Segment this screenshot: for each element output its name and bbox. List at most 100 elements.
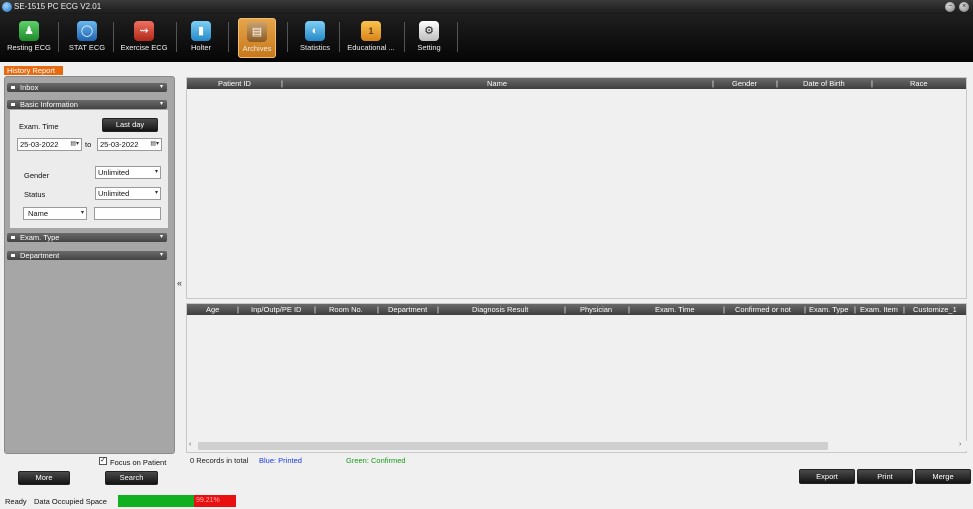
scroll-right-icon[interactable]: › xyxy=(959,441,961,448)
person-icon: ♟ xyxy=(19,21,39,41)
column-header[interactable]: Department xyxy=(388,304,427,315)
legend-printed: Blue: Printed xyxy=(259,456,302,465)
occupied-space-bar xyxy=(118,495,194,507)
archive-icon: ▤ xyxy=(247,22,267,42)
column-header[interactable]: Physician xyxy=(580,304,612,315)
toolbar-label: Educational ... xyxy=(347,43,395,52)
statistics-icon: ◐ xyxy=(305,21,325,41)
column-header[interactable]: Exam. Item xyxy=(860,304,898,315)
focus-on-patient-label: Focus on Patient xyxy=(110,458,167,467)
section-label: Department xyxy=(20,251,60,260)
print-button[interactable]: Print xyxy=(857,469,913,484)
bullet-icon xyxy=(11,86,15,89)
history-report-tab[interactable]: History Report xyxy=(4,66,63,75)
toolbar-exercise-ecg[interactable]: ⇝ Exercise ECG xyxy=(117,18,171,58)
toolbar-educational[interactable]: 1 Educational ... xyxy=(344,18,398,58)
column-header[interactable]: Confirmed or not xyxy=(735,304,791,315)
toolbar-divider xyxy=(339,22,340,52)
main-toolbar: ♟ Resting ECG ◯ STAT ECG ⇝ Exercise ECG … xyxy=(0,14,973,62)
chevron-down-icon: ▾ xyxy=(159,234,163,240)
column-divider: | xyxy=(903,305,905,314)
column-divider: | xyxy=(314,305,316,314)
section-basic-information[interactable]: Basic Information ▾ xyxy=(7,100,167,109)
toolbar-resting-ecg[interactable]: ♟ Resting ECG xyxy=(4,18,54,58)
app-logo-icon xyxy=(2,2,12,12)
minimize-icon[interactable]: − xyxy=(945,2,955,12)
column-header[interactable]: Race xyxy=(910,78,928,89)
toolbar-statistics[interactable]: ◐ Statistics xyxy=(296,18,334,58)
column-header[interactable]: Room No. xyxy=(329,304,363,315)
column-header[interactable]: Gender xyxy=(732,78,757,89)
column-header[interactable]: Exam. Type xyxy=(809,304,848,315)
date-from-value: 25-03-2022 xyxy=(20,140,59,149)
to-label: to xyxy=(85,140,92,149)
gender-select[interactable]: Unlimited ▾ xyxy=(95,166,161,179)
column-divider: | xyxy=(871,79,873,88)
patient-table: Patient ID | Name | Gender | Date of Bir… xyxy=(186,77,967,299)
column-header[interactable]: Exam. Time xyxy=(655,304,695,315)
toolbar-holter[interactable]: ▮ Holter xyxy=(184,18,218,58)
exam-table: Age | Inp/Outp/PE ID | Room No. | Depart… xyxy=(186,303,967,453)
column-header[interactable]: Inp/Outp/PE ID xyxy=(251,304,301,315)
bullet-icon xyxy=(11,236,15,239)
ready-status: Ready xyxy=(5,497,27,506)
section-exam-type[interactable]: Exam. Type ▾ xyxy=(7,233,167,242)
gender-label: Gender xyxy=(24,171,50,180)
calendar-icon[interactable]: ▤▾ xyxy=(70,139,79,150)
column-header[interactable]: Customize_1 xyxy=(913,304,957,315)
scroll-left-icon[interactable]: ‹ xyxy=(189,441,191,448)
toolbar-stat-ecg[interactable]: ◯ STAT ECG xyxy=(64,18,110,58)
section-label: Basic Information xyxy=(20,100,78,109)
last-day-button[interactable]: Last day xyxy=(102,118,158,132)
horizontal-scrollbar[interactable]: ‹ › xyxy=(188,441,967,451)
toolbar-label: Setting xyxy=(417,43,441,52)
toolbar-archives[interactable]: ▤ Archives xyxy=(238,18,276,58)
focus-on-patient-checkbox[interactable]: ✓ xyxy=(99,457,107,465)
column-header[interactable]: Patient ID xyxy=(218,78,251,89)
more-button[interactable]: More xyxy=(18,471,70,485)
column-header[interactable]: Name xyxy=(487,78,507,89)
section-label: Exam. Type xyxy=(20,233,60,242)
education-icon: 1 xyxy=(361,21,381,41)
column-header[interactable]: Diagnosis Result xyxy=(472,304,528,315)
date-from-field[interactable]: 25-03-2022 ▤▾ xyxy=(17,138,82,151)
toolbar-divider xyxy=(404,22,405,52)
column-header[interactable]: Age xyxy=(206,304,219,315)
collapse-panel-icon[interactable]: « xyxy=(177,278,182,288)
section-label: Inbox xyxy=(20,83,39,92)
calendar-icon[interactable]: ▤▾ xyxy=(150,139,159,150)
column-divider: | xyxy=(564,305,566,314)
exam-table-header: Age | Inp/Outp/PE ID | Room No. | Depart… xyxy=(187,304,966,315)
column-divider: | xyxy=(437,305,439,314)
date-to-value: 25-03-2022 xyxy=(100,140,139,149)
export-button[interactable]: Export xyxy=(799,469,855,484)
status-label: Status xyxy=(24,190,46,199)
scrollbar-thumb[interactable] xyxy=(198,442,828,450)
status-select[interactable]: Unlimited ▾ xyxy=(95,187,161,200)
column-divider: | xyxy=(377,305,379,314)
toolbar-label: Archives xyxy=(242,44,272,53)
toolbar-divider xyxy=(58,22,59,52)
column-divider: | xyxy=(281,79,283,88)
column-divider: | xyxy=(712,79,714,88)
search-button[interactable]: Search xyxy=(105,471,158,485)
status-value: Unlimited xyxy=(98,189,130,198)
toolbar-divider xyxy=(113,22,114,52)
toolbar-label: Holter xyxy=(190,43,211,52)
toolbar-label: Resting ECG xyxy=(7,43,51,52)
close-icon[interactable]: × xyxy=(959,2,969,12)
date-to-field[interactable]: 25-03-2022 ▤▾ xyxy=(97,138,162,151)
section-inbox[interactable]: Inbox ▾ xyxy=(7,83,167,92)
section-department[interactable]: Department ▾ xyxy=(7,251,167,260)
merge-button[interactable]: Merge xyxy=(915,469,971,484)
name-field-select[interactable]: Name ▾ xyxy=(23,207,87,220)
window-title: SE-1515 PC ECG V2.01 xyxy=(14,2,102,11)
gender-value: Unlimited xyxy=(98,168,130,177)
legend-confirmed: Green: Confirmed xyxy=(346,456,406,465)
toolbar-label: Exercise ECG xyxy=(120,43,168,52)
column-divider: | xyxy=(804,305,806,314)
name-search-input[interactable] xyxy=(94,207,161,220)
toolbar-setting[interactable]: ⚙ Setting xyxy=(412,18,446,58)
toolbar-divider xyxy=(457,22,458,52)
column-header[interactable]: Date of Birth xyxy=(803,78,845,89)
